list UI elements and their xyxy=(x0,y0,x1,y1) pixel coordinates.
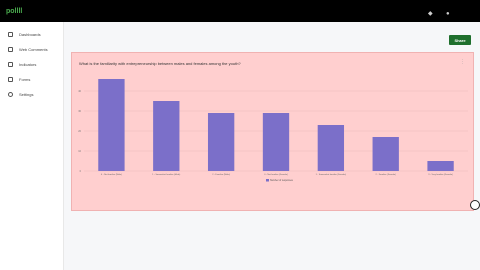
y-tick-label: 0 xyxy=(80,170,82,173)
gear-icon xyxy=(8,91,13,97)
chart-bar[interactable] xyxy=(372,137,399,171)
indicators-icon xyxy=(8,61,13,67)
legend-label: Number of responses xyxy=(270,179,294,182)
sidebar-item-label: Forms xyxy=(19,76,31,82)
main-content: Share 0 10 20 30 40 0 - Not familiar (Male) 1 … xyxy=(64,22,480,270)
x-tick-label: 1 - Somewhat familiar (Male) xyxy=(152,173,180,176)
chart-bar[interactable] xyxy=(207,113,235,171)
y-tick-label: 20 xyxy=(78,130,81,133)
bell-icon[interactable]: ◆ xyxy=(428,11,434,17)
sidebar-item-dashboards[interactable]: Dashboards xyxy=(0,28,64,40)
x-tick-label: 3 - Very familiar (Female) xyxy=(428,173,453,176)
chart-bar[interactable] xyxy=(262,113,290,171)
sidebar-item-label: Dashboards xyxy=(19,31,41,37)
sidebar-item-web-comments[interactable]: Web Comments xyxy=(0,43,64,55)
x-tick-label: 0 - Not familiar (Female) xyxy=(264,173,288,176)
x-tick-label: 0 - Not familiar (Male) xyxy=(101,173,122,176)
card-menu-icon[interactable]: ⋮ xyxy=(460,59,465,65)
share-button[interactable]: Share xyxy=(449,35,471,45)
sidebar: Dashboards Web Comments Indicators Forms… xyxy=(0,22,64,270)
chart-svg: 0 10 20 30 40 0 - Not familiar (Male) 1 - Some… xyxy=(78,79,468,182)
sidebar-item-indicators[interactable]: Indicators xyxy=(0,58,64,70)
chart-bar[interactable] xyxy=(427,161,454,171)
x-tick-label: 2 - Familiar (Male) xyxy=(212,173,230,176)
sidebar-item-label: Settings xyxy=(19,91,34,97)
sidebar-item-forms[interactable]: Forms xyxy=(0,73,64,85)
sidebar-item-label: Web Comments xyxy=(19,46,48,52)
app-logo[interactable]: pollll xyxy=(6,8,22,18)
forms-icon xyxy=(8,76,13,82)
x-tick-label: 2 - Familiar (Female) xyxy=(376,173,397,176)
y-tick-label: 40 xyxy=(78,90,81,93)
x-tick-label: 1 - Somewhat familiar (Female) xyxy=(316,173,347,176)
y-tick-label: 30 xyxy=(78,110,81,113)
dashboard-icon xyxy=(8,31,13,37)
comments-icon xyxy=(8,46,13,52)
chart-bar[interactable] xyxy=(98,79,125,171)
user-icon[interactable]: ● xyxy=(446,11,452,17)
bar-chart: 0 10 20 30 40 0 - Not familiar (Male) 1 - Some… xyxy=(72,53,475,212)
legend-swatch xyxy=(266,179,269,182)
top-bar: pollll ◆ ● xyxy=(0,0,480,22)
chart-bar[interactable] xyxy=(317,125,345,171)
chart-title: What is the familiarity with entrepreneu… xyxy=(79,61,241,66)
cursor-indicator xyxy=(470,200,480,210)
sidebar-item-label: Indicators xyxy=(19,61,37,67)
y-tick-label: 10 xyxy=(78,150,81,153)
sidebar-item-settings[interactable]: Settings xyxy=(0,88,64,100)
chart-bar[interactable] xyxy=(153,101,180,171)
chart-card: 0 10 20 30 40 0 - Not familiar (Male) 1 - Some… xyxy=(71,52,474,211)
